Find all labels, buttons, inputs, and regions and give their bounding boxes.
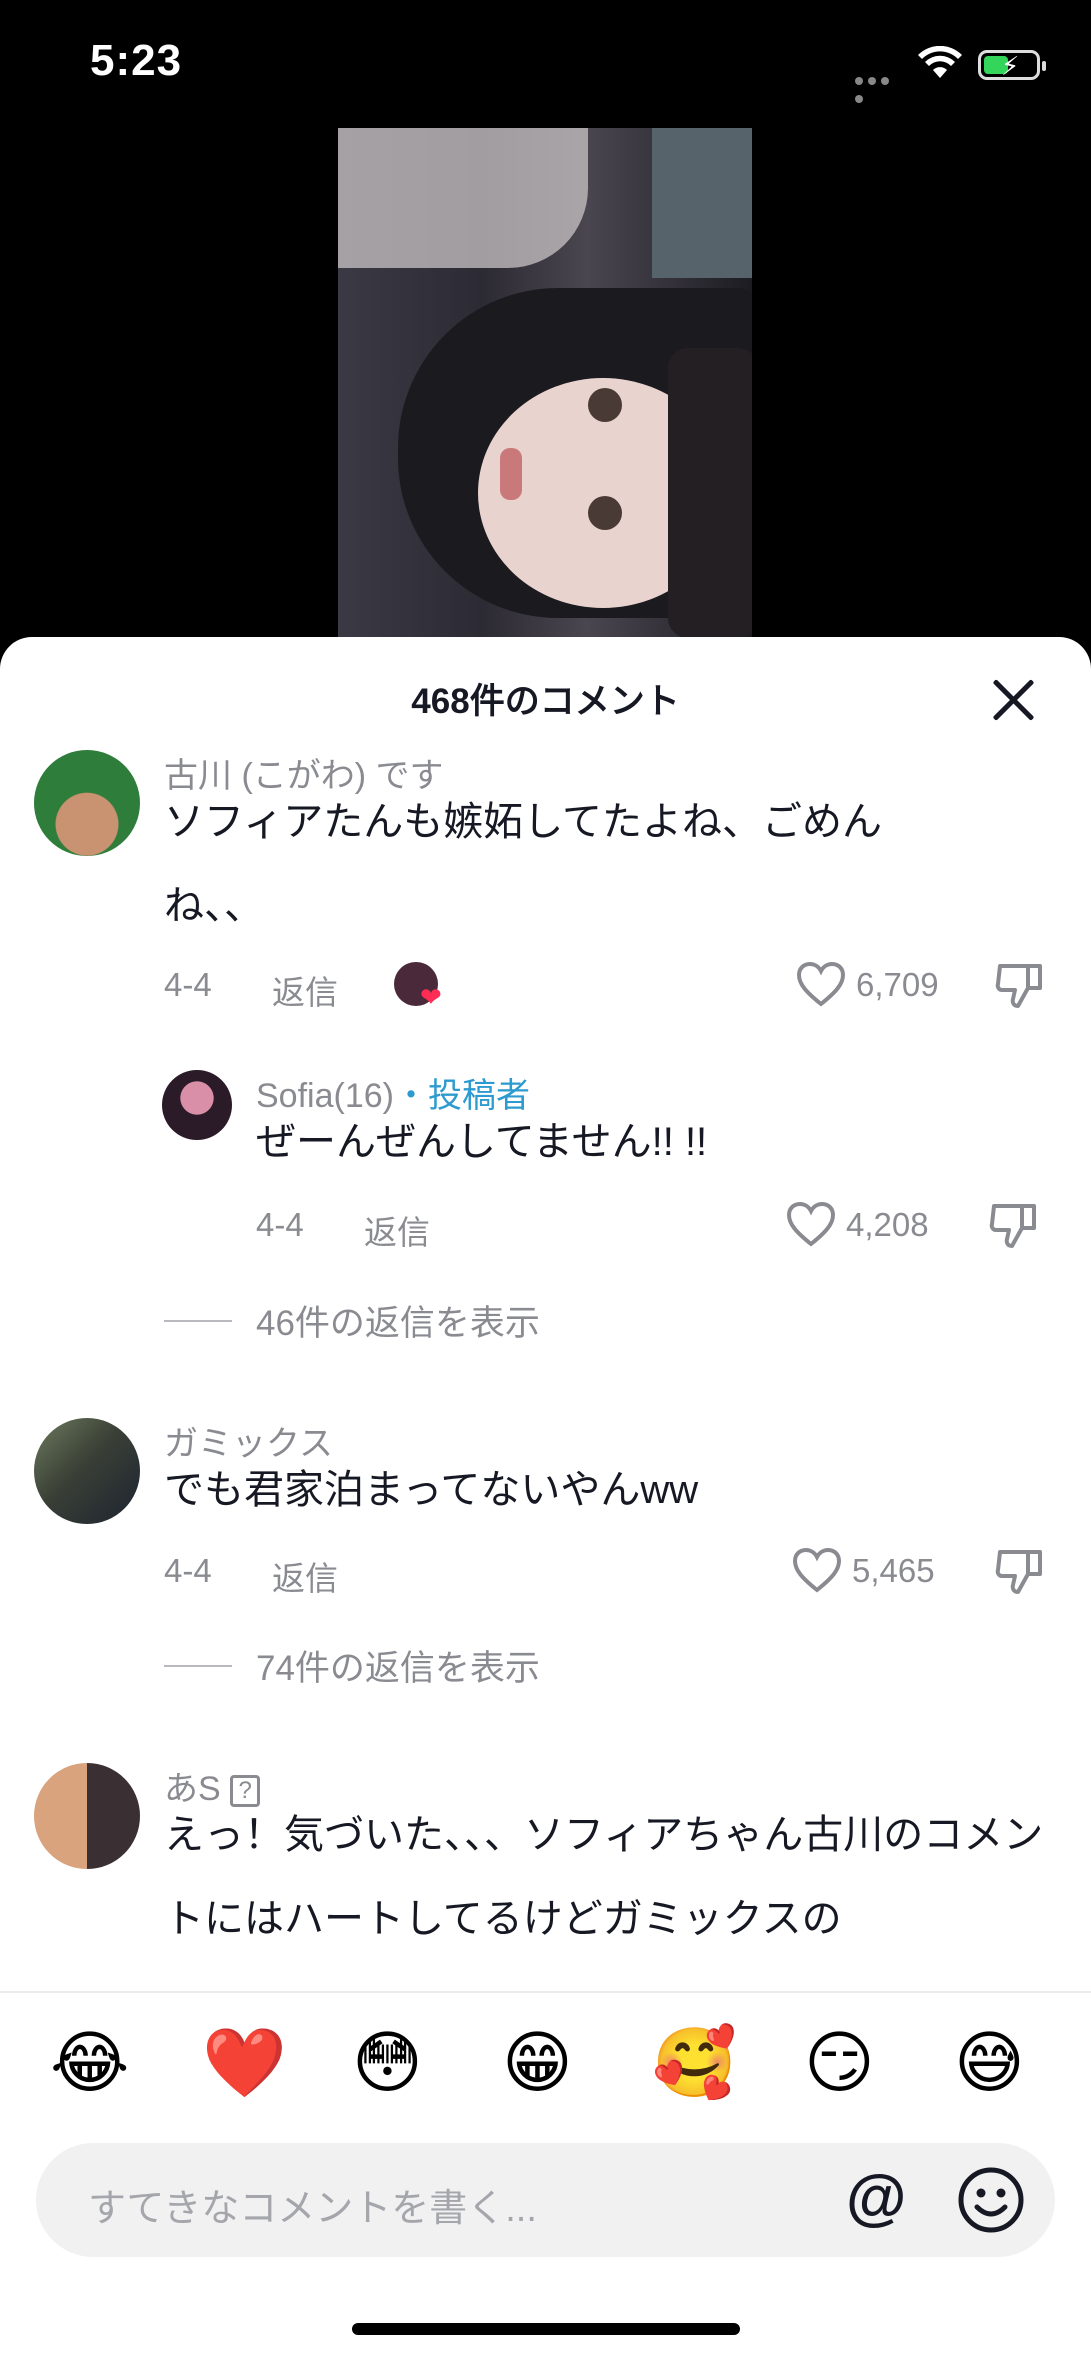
comment-input[interactable]: すてきなコメントを書く... @ bbox=[36, 2143, 1055, 2257]
status-time: 5:23 bbox=[90, 36, 183, 85]
avatar[interactable] bbox=[34, 1418, 140, 1524]
thumbs-down-icon[interactable] bbox=[994, 960, 1044, 1010]
comment-text: えっ！気づいた、、、ソフィアちゃん古川のコメントにはハートしてるけどガミックスの bbox=[164, 1813, 1044, 1941]
avatar[interactable] bbox=[34, 1763, 140, 1869]
view-replies-button[interactable]: 74件の返信を表示 bbox=[164, 1640, 540, 1691]
like-button[interactable]: 5,465 bbox=[792, 1548, 935, 1594]
like-button[interactable]: 4,208 bbox=[786, 1202, 929, 1248]
comment-input-placeholder: すてきなコメントを書く... bbox=[88, 2188, 537, 2230]
video-preview[interactable] bbox=[338, 128, 752, 648]
comment-text: ソフィアたんも嫉妬してたよね、ごめんね、、 bbox=[164, 800, 882, 928]
thumbs-down-icon[interactable] bbox=[994, 1546, 1044, 1596]
like-button[interactable]: 6,709 bbox=[796, 962, 939, 1008]
heart-badge-icon: ❤ bbox=[420, 982, 442, 1012]
reply-button[interactable]: 返信 bbox=[364, 1206, 430, 1254]
comment-date: 4-4 bbox=[164, 1552, 212, 1589]
status-bar: 5:23 ⚡ bbox=[0, 0, 1091, 130]
view-replies-label: 46件の返信を表示 bbox=[256, 1304, 540, 1343]
mention-button[interactable]: @ bbox=[846, 2163, 906, 2233]
reply-button[interactable]: 返信 bbox=[272, 1552, 338, 1600]
wifi-icon bbox=[918, 46, 962, 78]
thumbs-down-icon[interactable] bbox=[988, 1200, 1038, 1250]
emoji-flushed-button[interactable]: 😳 bbox=[352, 2023, 423, 2103]
signal-icon bbox=[855, 72, 905, 103]
quick-emoji-bar: 😂 ❤️ 😳 😁 🥰 😏 😅 bbox=[0, 1991, 1091, 2123]
smiley-icon[interactable] bbox=[956, 2165, 1026, 2235]
reply-date: 4-4 bbox=[256, 1206, 304, 1243]
like-count: 5,465 bbox=[852, 1552, 935, 1589]
emoji-smirk-button[interactable]: 😏 bbox=[804, 2023, 875, 2103]
heart-outline-icon bbox=[792, 1548, 842, 1593]
comment-date: 4-4 bbox=[164, 966, 212, 1003]
view-replies-button[interactable]: 46件の返信を表示 bbox=[164, 1295, 540, 1346]
emoji-laugh-button[interactable]: 😂 bbox=[50, 2023, 129, 2103]
comment-text: でも君家泊まってないやんww bbox=[164, 1468, 699, 1512]
view-replies-label: 74件の返信を表示 bbox=[256, 1649, 540, 1688]
heart-outline-icon bbox=[786, 1202, 836, 1247]
heart-outline-icon bbox=[796, 962, 846, 1007]
like-count: 4,208 bbox=[846, 1206, 929, 1243]
emoji-sweat-smile-button[interactable]: 😅 bbox=[954, 2023, 1025, 2103]
comments-count-title: 468件のコメント bbox=[411, 682, 680, 721]
avatar[interactable] bbox=[162, 1070, 232, 1140]
emoji-love-button[interactable]: 🥰 bbox=[652, 2023, 737, 2103]
battery-icon: ⚡ bbox=[978, 50, 1046, 81]
emoji-heart-button[interactable]: ❤️ bbox=[202, 2023, 287, 2103]
like-count: 6,709 bbox=[856, 966, 939, 1003]
reply-text: ぜーんぜんしてません!! !! bbox=[256, 1120, 708, 1164]
avatar[interactable] bbox=[34, 750, 140, 856]
home-indicator[interactable] bbox=[352, 2323, 740, 2335]
reply-button[interactable]: 返信 bbox=[272, 966, 338, 1014]
emoji-grin-button[interactable]: 😁 bbox=[502, 2023, 573, 2103]
close-icon[interactable] bbox=[990, 677, 1036, 723]
